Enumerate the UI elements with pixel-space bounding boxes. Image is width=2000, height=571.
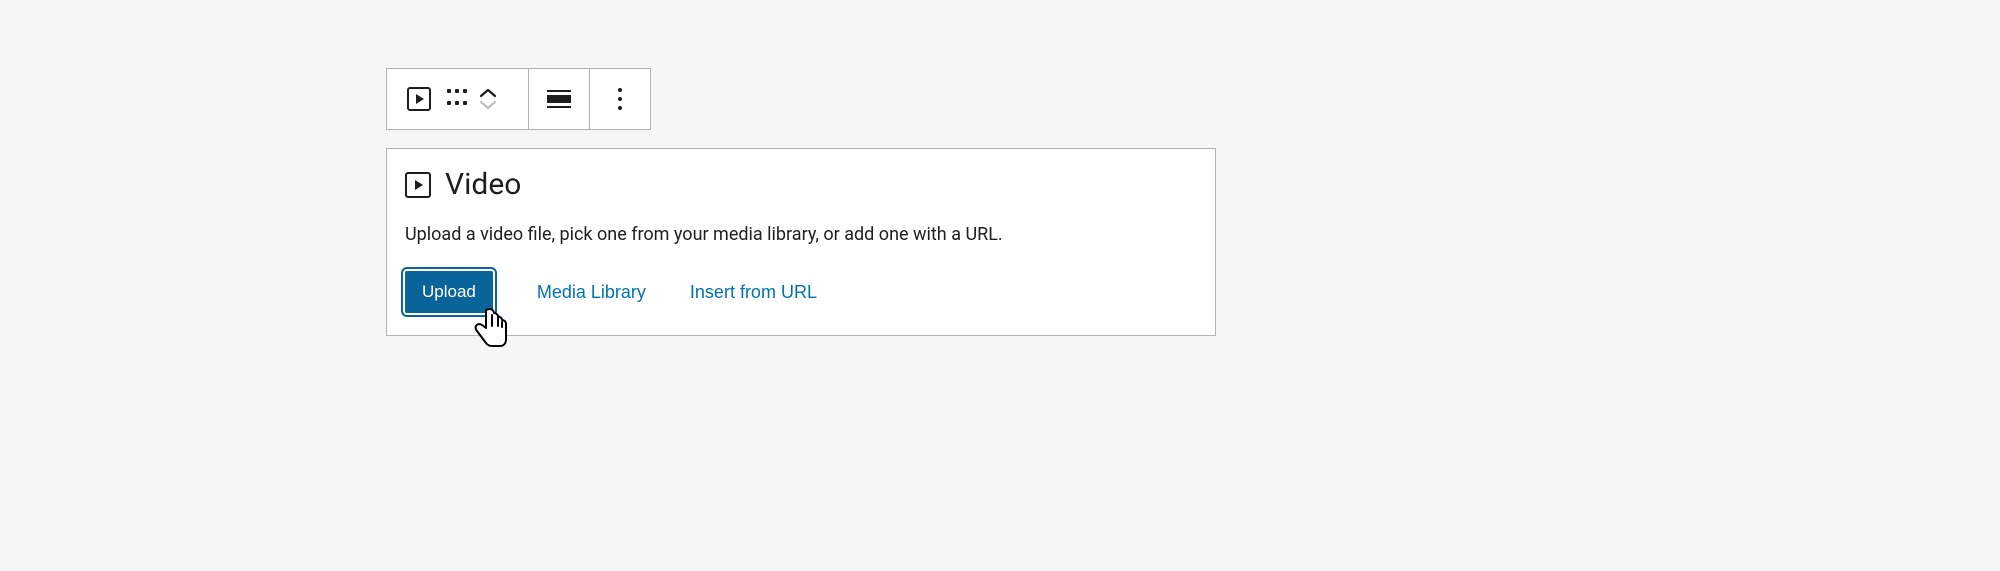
toolbar-group-block xyxy=(387,69,529,129)
video-block-icon xyxy=(407,87,431,111)
move-down-button[interactable] xyxy=(479,99,497,111)
video-icon xyxy=(405,172,431,198)
move-up-button[interactable] xyxy=(479,87,497,99)
toolbar-group-more xyxy=(590,69,650,129)
move-buttons xyxy=(475,87,501,111)
block-toolbar xyxy=(386,68,651,130)
drag-handle-button[interactable] xyxy=(439,69,475,129)
placeholder-title: Video xyxy=(445,167,521,202)
more-options-button[interactable] xyxy=(590,69,650,129)
toolbar-group-align xyxy=(529,69,590,129)
align-icon xyxy=(547,90,571,108)
video-block-placeholder: Video Upload a video file, pick one from… xyxy=(386,148,1216,336)
upload-button[interactable]: Upload xyxy=(405,271,493,313)
more-vertical-icon xyxy=(618,88,622,110)
drag-handle-icon xyxy=(447,89,467,109)
align-button[interactable] xyxy=(529,69,589,129)
insert-from-url-button[interactable]: Insert from URL xyxy=(690,282,817,303)
placeholder-header: Video xyxy=(405,167,1197,202)
placeholder-description: Upload a video file, pick one from your … xyxy=(405,224,1197,245)
media-library-button[interactable]: Media Library xyxy=(537,282,646,303)
block-type-button[interactable] xyxy=(399,69,439,129)
placeholder-actions: Upload Media Library Insert from URL xyxy=(405,271,1197,313)
